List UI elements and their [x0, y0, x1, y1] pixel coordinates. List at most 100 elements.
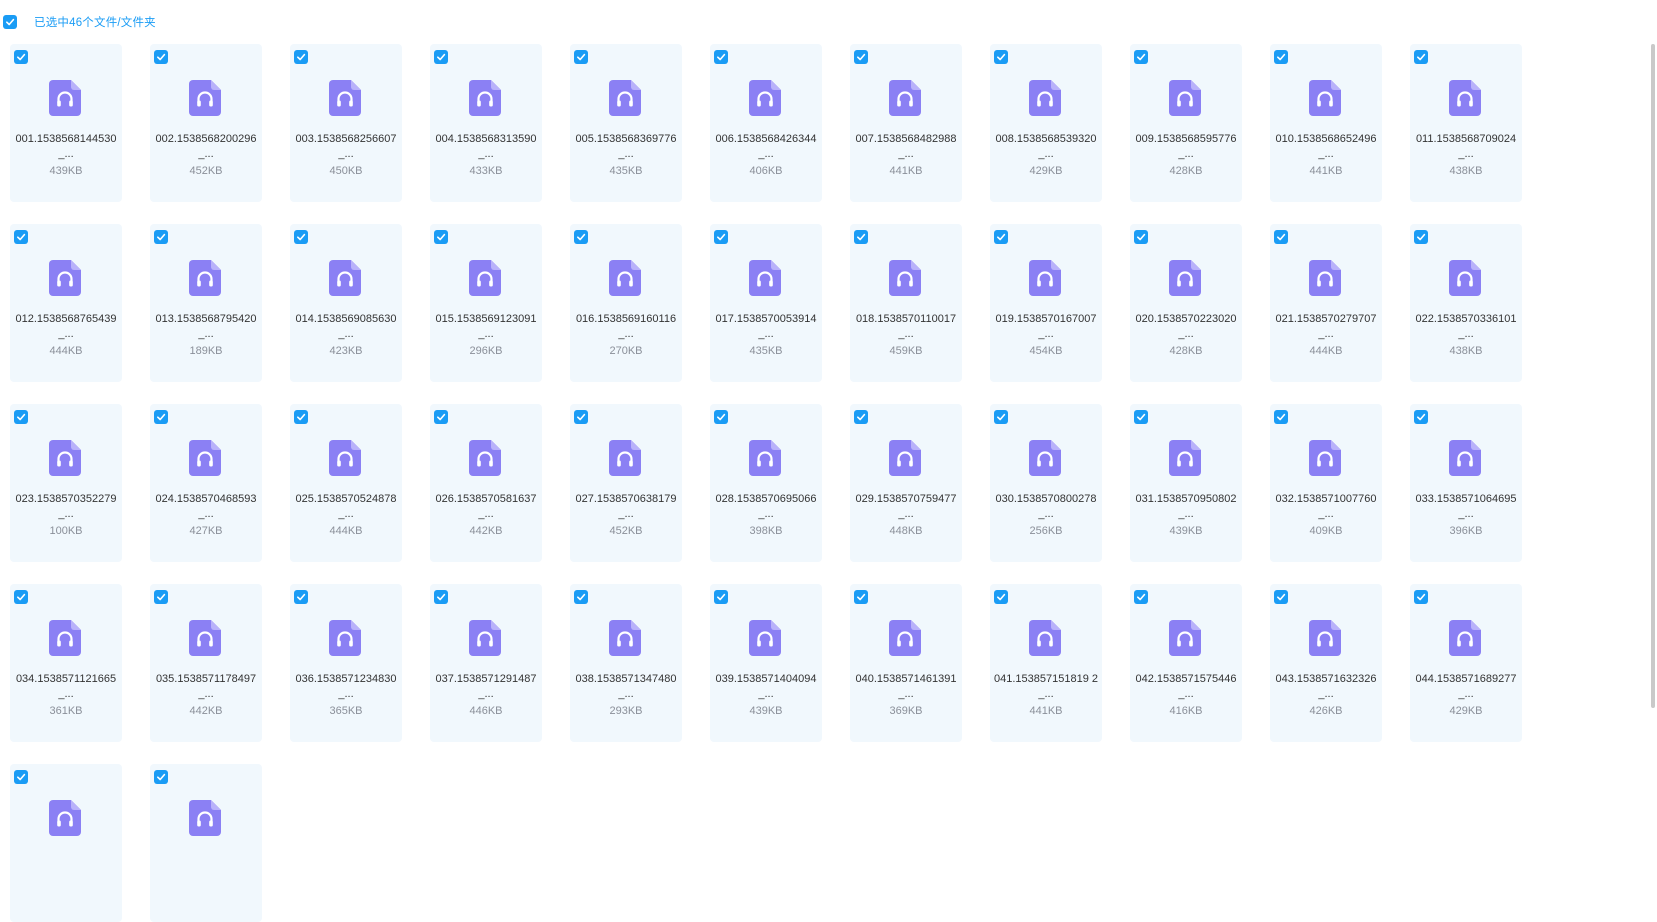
- file-checkbox[interactable]: [1274, 230, 1288, 244]
- file-checkbox[interactable]: [14, 50, 28, 64]
- file-tile[interactable]: 041.153857151819 2_... 441KB: [990, 584, 1102, 742]
- file-tile[interactable]: 016.1538569160116_... 270KB: [570, 224, 682, 382]
- file-size: 446KB: [469, 705, 503, 717]
- file-tile[interactable]: 019.1538570167007_... 454KB: [990, 224, 1102, 382]
- file-checkbox[interactable]: [14, 410, 28, 424]
- file-checkbox[interactable]: [574, 230, 588, 244]
- file-tile[interactable]: 001.1538568144530_... 439KB: [10, 44, 122, 202]
- file-tile[interactable]: 004.1538568313590_... 433KB: [430, 44, 542, 202]
- file-tile[interactable]: 023.1538570352279_... 100KB: [10, 404, 122, 562]
- file-tile[interactable]: 002.1538568200296_... 452KB: [150, 44, 262, 202]
- file-checkbox[interactable]: [14, 230, 28, 244]
- file-tile[interactable]: 018.1538570110017_... 459KB: [850, 224, 962, 382]
- file-tile[interactable]: 027.1538570638179_... 452KB: [570, 404, 682, 562]
- file-checkbox[interactable]: [154, 410, 168, 424]
- file-checkbox[interactable]: [154, 590, 168, 604]
- file-tile[interactable]: 036.1538571234830_... 365KB: [290, 584, 402, 742]
- file-tile[interactable]: [10, 764, 122, 922]
- file-tile[interactable]: 034.1538571121665_... 361KB: [10, 584, 122, 742]
- file-checkbox[interactable]: [434, 50, 448, 64]
- file-checkbox[interactable]: [1414, 410, 1428, 424]
- file-checkbox[interactable]: [1274, 590, 1288, 604]
- file-tile[interactable]: 039.1538571404094_... 439KB: [710, 584, 822, 742]
- file-checkbox[interactable]: [714, 410, 728, 424]
- select-all-checkbox[interactable]: [3, 15, 17, 29]
- file-tile[interactable]: 012.1538568765439_... 444KB: [10, 224, 122, 382]
- file-tile[interactable]: 010.1538568652496_... 441KB: [1270, 44, 1382, 202]
- file-tile[interactable]: 005.1538568369776_... 435KB: [570, 44, 682, 202]
- file-checkbox[interactable]: [1134, 230, 1148, 244]
- file-tile[interactable]: 030.1538570800278_... 256KB: [990, 404, 1102, 562]
- file-tile[interactable]: 011.1538568709024_... 438KB: [1410, 44, 1522, 202]
- audio-file-icon: [329, 260, 361, 296]
- checkmark-icon: [17, 53, 26, 61]
- file-checkbox[interactable]: [714, 230, 728, 244]
- file-checkbox[interactable]: [1134, 410, 1148, 424]
- file-tile[interactable]: 015.1538569123091_... 296KB: [430, 224, 542, 382]
- file-tile[interactable]: 007.1538568482988_... 441KB: [850, 44, 962, 202]
- file-checkbox[interactable]: [1274, 50, 1288, 64]
- file-checkbox[interactable]: [854, 50, 868, 64]
- file-checkbox[interactable]: [574, 590, 588, 604]
- file-tile[interactable]: 040.1538571461391_... 369KB: [850, 584, 962, 742]
- file-checkbox[interactable]: [294, 50, 308, 64]
- file-checkbox[interactable]: [714, 590, 728, 604]
- file-checkbox[interactable]: [434, 590, 448, 604]
- file-tile[interactable]: 043.1538571632326_... 426KB: [1270, 584, 1382, 742]
- file-checkbox[interactable]: [574, 410, 588, 424]
- file-checkbox[interactable]: [994, 50, 1008, 64]
- file-checkbox[interactable]: [294, 590, 308, 604]
- file-checkbox[interactable]: [994, 230, 1008, 244]
- audio-file-icon: [1029, 80, 1061, 116]
- file-tile[interactable]: 026.1538570581637_... 442KB: [430, 404, 542, 562]
- file-checkbox[interactable]: [994, 410, 1008, 424]
- file-checkbox[interactable]: [1134, 50, 1148, 64]
- file-checkbox[interactable]: [154, 770, 168, 784]
- file-checkbox[interactable]: [294, 410, 308, 424]
- checkmark-icon: [1417, 593, 1426, 601]
- file-tile[interactable]: 044.1538571689277_... 429KB: [1410, 584, 1522, 742]
- file-tile[interactable]: 042.1538571575446_... 416KB: [1130, 584, 1242, 742]
- file-tile[interactable]: 025.1538570524878_... 444KB: [290, 404, 402, 562]
- file-tile[interactable]: 021.1538570279707_... 444KB: [1270, 224, 1382, 382]
- file-checkbox[interactable]: [1414, 590, 1428, 604]
- file-name: 035.1538571178497_...: [155, 673, 257, 700]
- file-tile[interactable]: 031.1538570950802_... 439KB: [1130, 404, 1242, 562]
- file-checkbox[interactable]: [714, 50, 728, 64]
- file-tile[interactable]: 008.1538568539320_... 429KB: [990, 44, 1102, 202]
- file-tile[interactable]: 022.1538570336101_... 438KB: [1410, 224, 1522, 382]
- file-checkbox[interactable]: [1414, 50, 1428, 64]
- file-checkbox[interactable]: [1134, 590, 1148, 604]
- file-checkbox[interactable]: [294, 230, 308, 244]
- file-checkbox[interactable]: [154, 50, 168, 64]
- file-tile[interactable]: 029.1538570759477_... 448KB: [850, 404, 962, 562]
- file-tile[interactable]: 032.1538571007760_... 409KB: [1270, 404, 1382, 562]
- file-checkbox[interactable]: [574, 50, 588, 64]
- file-tile[interactable]: [150, 764, 262, 922]
- file-tile[interactable]: 038.1538571347480_... 293KB: [570, 584, 682, 742]
- file-tile[interactable]: 003.1538568256607_... 450KB: [290, 44, 402, 202]
- file-tile[interactable]: 024.1538570468593_... 427KB: [150, 404, 262, 562]
- file-checkbox[interactable]: [994, 590, 1008, 604]
- file-checkbox[interactable]: [1414, 230, 1428, 244]
- file-checkbox[interactable]: [854, 230, 868, 244]
- file-tile[interactable]: 014.1538569085630_... 423KB: [290, 224, 402, 382]
- file-checkbox[interactable]: [154, 230, 168, 244]
- file-checkbox[interactable]: [14, 590, 28, 604]
- file-tile[interactable]: 035.1538571178497_... 442KB: [150, 584, 262, 742]
- file-tile[interactable]: 037.1538571291487_... 446KB: [430, 584, 542, 742]
- file-tile[interactable]: 028.1538570695066_... 398KB: [710, 404, 822, 562]
- file-checkbox[interactable]: [434, 410, 448, 424]
- file-tile[interactable]: 006.1538568426344_... 406KB: [710, 44, 822, 202]
- file-tile[interactable]: 033.1538571064695_... 396KB: [1410, 404, 1522, 562]
- file-tile[interactable]: 009.1538568595776_... 428KB: [1130, 44, 1242, 202]
- file-tile[interactable]: 020.1538570223020_... 428KB: [1130, 224, 1242, 382]
- vertical-scrollbar[interactable]: [1651, 44, 1655, 708]
- file-checkbox[interactable]: [14, 770, 28, 784]
- file-checkbox[interactable]: [1274, 410, 1288, 424]
- file-checkbox[interactable]: [434, 230, 448, 244]
- file-tile[interactable]: 013.1538568795420_... 189KB: [150, 224, 262, 382]
- file-checkbox[interactable]: [854, 410, 868, 424]
- file-checkbox[interactable]: [854, 590, 868, 604]
- file-tile[interactable]: 017.1538570053914_... 435KB: [710, 224, 822, 382]
